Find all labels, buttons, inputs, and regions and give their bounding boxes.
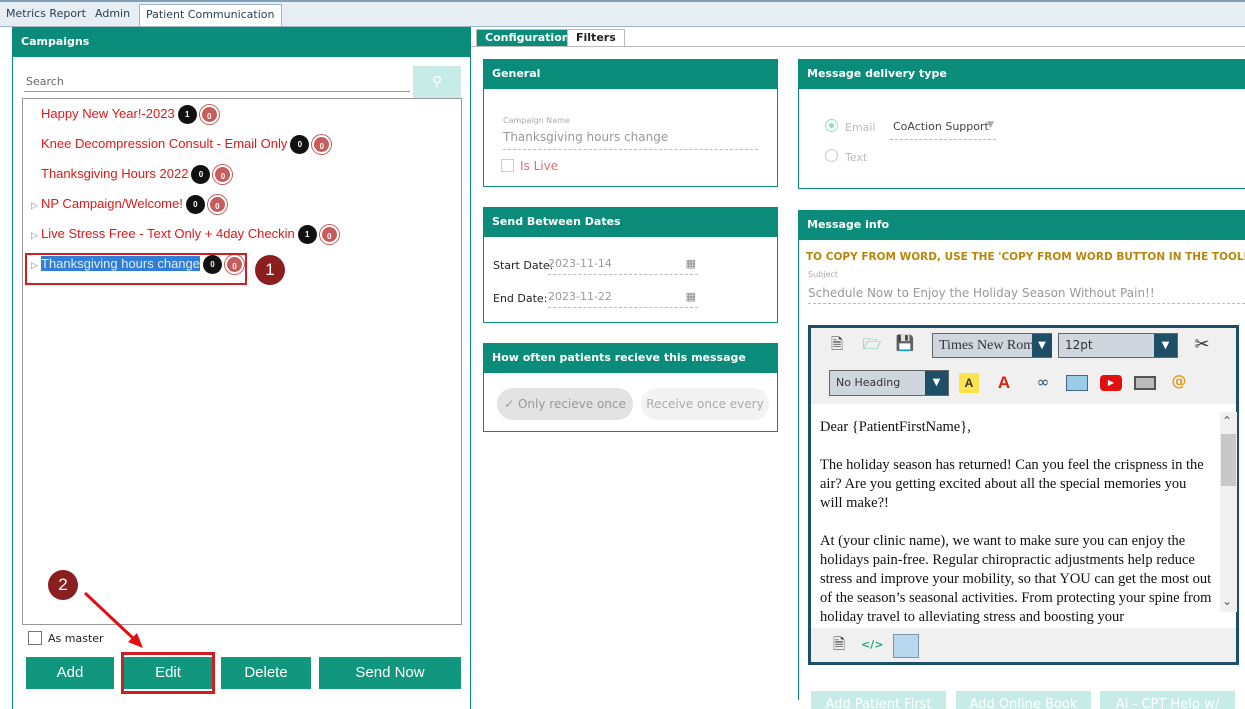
once-every-toggle[interactable]: Receive once every	[641, 388, 769, 420]
body-paragraph: Dear {PatientFirstName},	[820, 419, 971, 435]
chevron-down-icon[interactable]: ▼	[1154, 334, 1177, 357]
copy-notice: TO COPY FROM WORD, USE THE 'COPY FROM WO…	[806, 251, 1245, 263]
campaigns-header: Campaigns	[12, 27, 471, 57]
highlight-box-edit	[121, 652, 215, 694]
expand-icon[interactable]: ▷	[31, 230, 41, 241]
start-date-label: Start Date:	[493, 259, 554, 272]
editor-content[interactable]: Dear {PatientFirstName}, The holiday sea…	[820, 418, 1212, 626]
body-paragraph: The holiday season has returned! Can you…	[820, 457, 1204, 511]
email-link-icon[interactable]: @	[1168, 372, 1190, 390]
add-online-book-button[interactable]: Add Online Book	[956, 691, 1091, 709]
campaign-name-input[interactable]: Thanksgiving hours change	[503, 130, 758, 150]
count-badge: 1	[297, 225, 317, 244]
body-paragraph: At (your clinic name), we want to make s…	[820, 533, 1212, 625]
campaign-item[interactable]: Happy New Year!-2023 1 0	[31, 105, 219, 127]
delete-button[interactable]: Delete	[221, 657, 311, 689]
scroll-down-icon[interactable]: ⌄	[1222, 594, 1232, 608]
html-view-icon[interactable]: </>	[861, 638, 883, 651]
start-date-input[interactable]: 2023-11-14 ▦	[548, 257, 698, 275]
end-date-input[interactable]: 2023-11-22 ▦	[548, 290, 698, 308]
video-icon[interactable]: ▶	[1100, 375, 1122, 391]
tab-metrics-report[interactable]: Metrics Report	[0, 4, 92, 26]
scrollbar-thumb[interactable]	[1221, 434, 1236, 486]
email-label: Email	[845, 121, 876, 134]
tab-filters[interactable]: Filters	[567, 29, 625, 47]
tab-patient-communication[interactable]: Patient Communication	[139, 4, 282, 26]
add-button[interactable]: Add	[26, 657, 114, 689]
font-color-icon[interactable]: A	[993, 373, 1015, 393]
as-master-label: As master	[48, 632, 104, 645]
count-badge: 0	[185, 195, 205, 214]
campaign-item[interactable]: ▷ Live Stress Free - Text Only + 4day Che…	[31, 225, 339, 247]
count-badge: 0	[191, 165, 211, 184]
design-view-icon[interactable]: 🗎	[828, 634, 850, 659]
open-folder-icon[interactable]: 🗁	[860, 334, 884, 359]
campaign-name: NP Campaign/Welcome!	[41, 195, 183, 211]
message-header: Message info	[798, 210, 1245, 240]
sender-select[interactable]: CoAction Support ▼	[890, 120, 996, 140]
dates-header: Send Between Dates	[483, 207, 778, 237]
scroll-up-icon[interactable]: ⌃	[1222, 414, 1232, 428]
campaign-item[interactable]: ▷ NP Campaign/Welcome! 0 0	[31, 195, 227, 217]
text-radio[interactable]	[825, 149, 838, 162]
send-now-button[interactable]: Send Now	[319, 657, 461, 689]
ai-cpt-help-button[interactable]: AI - CPT Help w/	[1100, 691, 1235, 709]
count-badge: 1	[177, 105, 197, 124]
search-input[interactable]: Search	[24, 68, 410, 92]
subject-label: Subject	[808, 270, 838, 279]
calendar-icon[interactable]: ▦	[686, 290, 696, 303]
callout-2: 2	[48, 570, 78, 600]
as-master-checkbox[interactable]	[28, 631, 42, 645]
expand-icon[interactable]: ▷	[31, 200, 41, 211]
search-button[interactable]: ⚲	[413, 66, 461, 98]
chevron-down-icon[interactable]: ▼	[1032, 334, 1052, 357]
tab-admin[interactable]: Admin	[89, 4, 136, 26]
callout-1: 1	[255, 255, 285, 285]
tab-configuration[interactable]: Configuration	[476, 29, 579, 47]
general-header: General	[483, 59, 778, 89]
highlight-box-selected	[25, 253, 247, 285]
subject-input[interactable]: Schedule Now to Enjoy the Holiday Season…	[808, 286, 1245, 304]
search-icon: ⚲	[431, 74, 443, 90]
count-badge-red: 0	[199, 105, 219, 124]
count-badge-red: 0	[213, 165, 233, 184]
is-live-label: Is Live	[520, 159, 559, 173]
save-icon[interactable]: 💾	[893, 334, 917, 352]
only-once-toggle[interactable]: ✓ Only recieve once	[497, 388, 633, 420]
preview-icon[interactable]	[893, 634, 919, 658]
add-patient-first-button[interactable]: Add Patient First	[811, 691, 946, 709]
campaign-name: Knee Decompression Consult - Email Only	[41, 135, 288, 151]
count-badge-red: 0	[207, 195, 227, 214]
campaign-item[interactable]: Knee Decompression Consult - Email Only 0…	[31, 135, 332, 157]
campaign-name-label: Campaign Name	[503, 116, 570, 125]
horizontal-rule-icon[interactable]	[1134, 376, 1156, 390]
new-document-icon[interactable]: 🗎	[826, 334, 848, 359]
link-icon[interactable]: ∞	[1031, 373, 1055, 391]
is-live-checkbox[interactable]	[501, 159, 514, 172]
count-badge-red: 0	[312, 135, 332, 154]
chevron-down-icon: ▼	[987, 120, 994, 130]
frequency-header: How often patients recieve this message	[483, 343, 778, 373]
campaign-name: Thanksgiving Hours 2022	[41, 165, 189, 181]
chevron-down-icon[interactable]: ▼	[925, 371, 948, 395]
count-badge: 0	[290, 135, 310, 154]
highlight-color-icon[interactable]: A	[959, 373, 979, 393]
campaign-name: Happy New Year!-2023	[41, 105, 175, 121]
image-icon[interactable]	[1066, 375, 1088, 391]
text-label: Text	[845, 151, 868, 164]
count-badge-red: 0	[319, 225, 339, 244]
check-icon: ✓	[504, 397, 518, 411]
delivery-header: Message delivery type	[798, 59, 1245, 89]
cut-icon[interactable]: ✂	[1188, 334, 1216, 355]
end-date-label: End Date:	[493, 292, 548, 305]
email-radio[interactable]	[825, 119, 838, 132]
campaign-item[interactable]: Thanksgiving Hours 2022 0 0	[31, 165, 233, 187]
calendar-icon[interactable]: ▦	[686, 257, 696, 270]
campaign-name: Live Stress Free - Text Only + 4day Chec…	[41, 225, 295, 241]
